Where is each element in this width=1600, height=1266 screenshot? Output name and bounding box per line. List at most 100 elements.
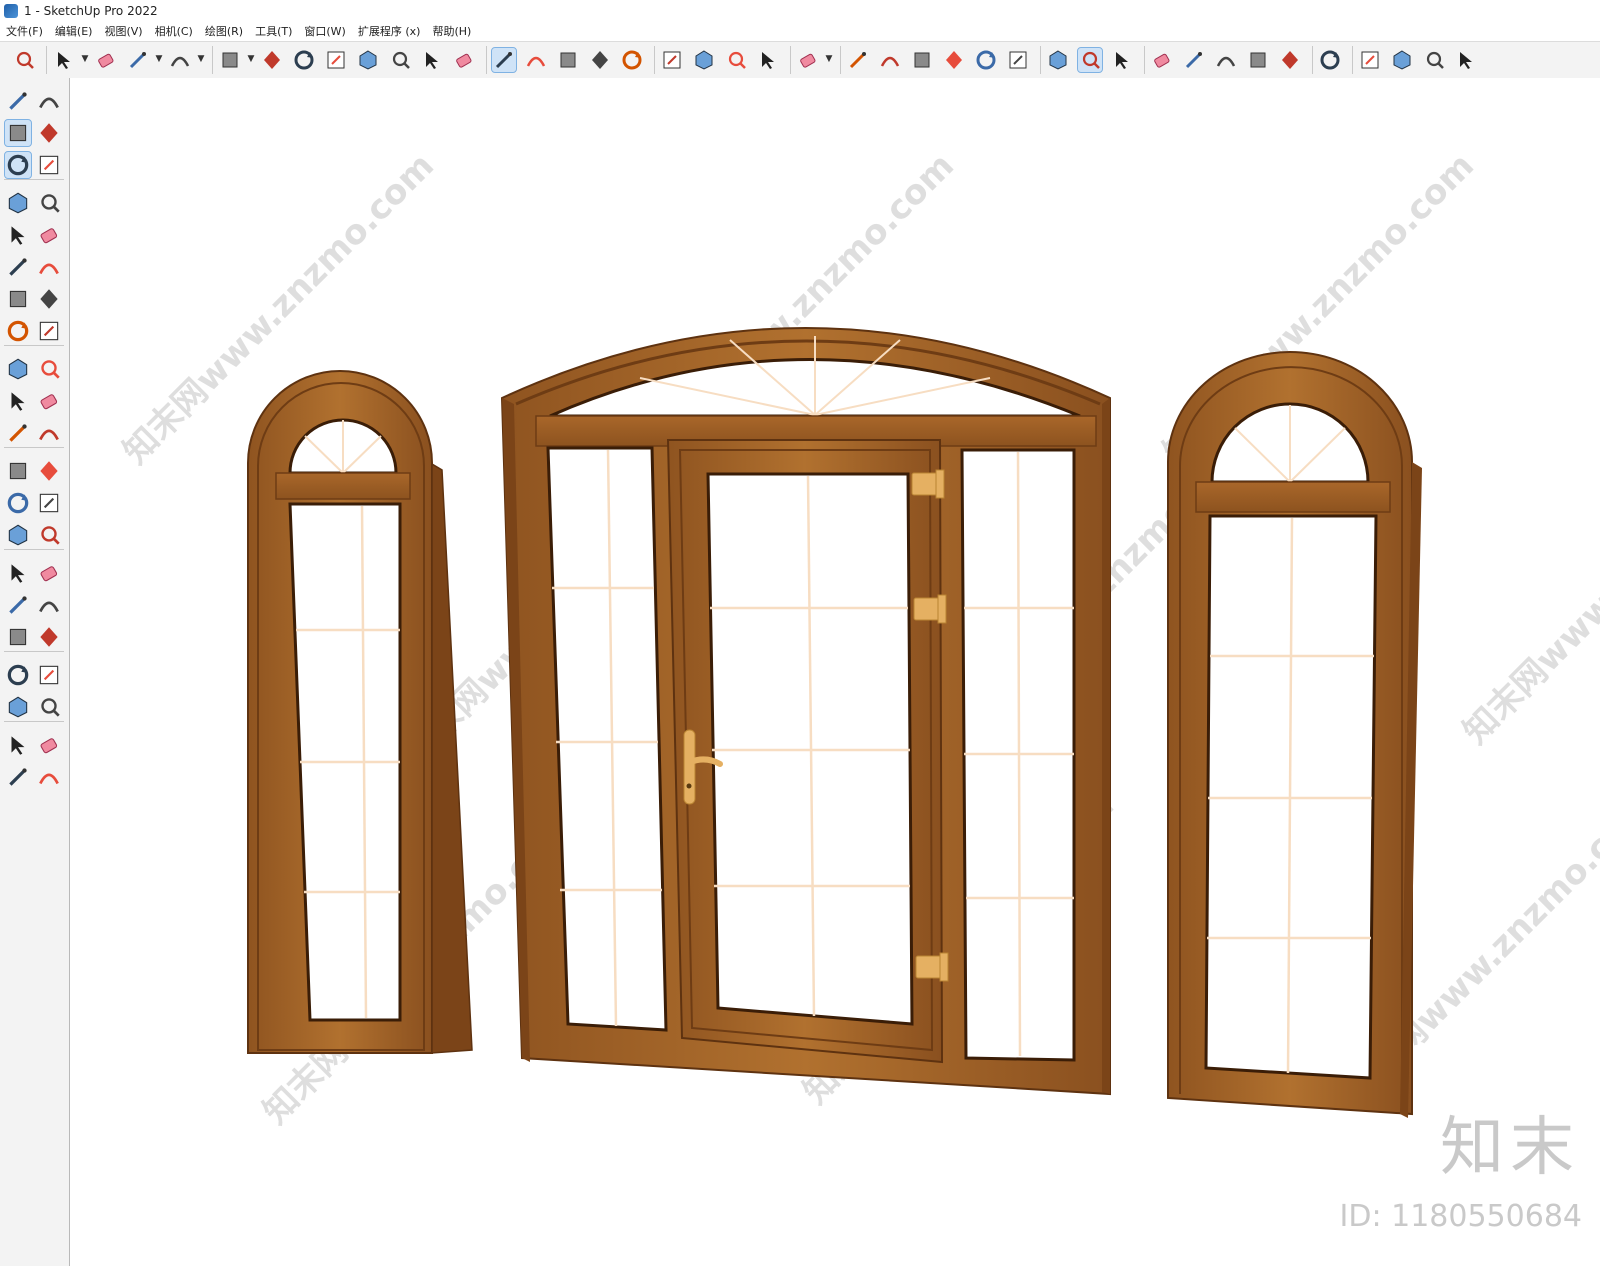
- tape-measure-icon[interactable]: [420, 48, 444, 72]
- account-icon[interactable]: [796, 48, 820, 72]
- menu-edit[interactable]: 编辑(E): [49, 23, 99, 39]
- eraser-icon[interactable]: [94, 48, 118, 72]
- extension-manager-icon[interactable]: [756, 48, 780, 72]
- paint-bucket-icon[interactable]: [491, 47, 517, 73]
- extension-icon[interactable]: [36, 732, 62, 758]
- styles-icon[interactable]: [1214, 48, 1238, 72]
- zoom-icon[interactable]: [5, 592, 31, 618]
- pie-icon[interactable]: [36, 318, 62, 344]
- window-title: 1 - SketchUp Pro 2022: [24, 4, 158, 18]
- push-pull-icon[interactable]: [260, 48, 284, 72]
- zoom-icon[interactable]: [12, 48, 36, 72]
- text-icon[interactable]: [36, 490, 62, 516]
- follow-me-icon[interactable]: [292, 48, 316, 72]
- zoom-window-icon[interactable]: [36, 592, 62, 618]
- layout-icon[interactable]: [724, 48, 748, 72]
- previous-view-icon[interactable]: [36, 624, 62, 650]
- tape-measure-icon[interactable]: [5, 458, 31, 484]
- right-view-icon[interactable]: [942, 48, 966, 72]
- menu-window[interactable]: 窗口(W): [298, 23, 351, 39]
- axes-icon[interactable]: [5, 522, 31, 548]
- circle-icon[interactable]: [5, 254, 31, 280]
- rotated-rectangle-icon[interactable]: [36, 222, 62, 248]
- rectangle-icon[interactable]: [5, 222, 31, 248]
- warehouse-icon[interactable]: [5, 732, 31, 758]
- cloud-upload-icon[interactable]: [1278, 48, 1302, 72]
- eraser-icon[interactable]: [36, 120, 62, 146]
- walk-icon[interactable]: [5, 694, 31, 720]
- menu-file[interactable]: 文件(F): [0, 23, 49, 39]
- front-view-icon[interactable]: [910, 48, 934, 72]
- orbit-icon[interactable]: [524, 48, 548, 72]
- model-viewport[interactable]: 知末网www.znzmo.com 知末网www.znzmo.com 知末网www.z…: [70, 78, 1600, 1266]
- zoom-tool-icon[interactable]: [588, 48, 612, 72]
- chevron-down-icon[interactable]: ▼: [246, 50, 256, 68]
- materials-icon[interactable]: [1246, 48, 1270, 72]
- top-view-icon[interactable]: [878, 48, 902, 72]
- extension-manager-icon[interactable]: [36, 764, 62, 790]
- paint-bucket-icon[interactable]: [4, 119, 32, 147]
- look-around-icon[interactable]: [36, 662, 62, 688]
- left-view-icon[interactable]: [1006, 48, 1030, 72]
- menu-draw[interactable]: 绘图(R): [199, 23, 249, 39]
- menu-camera[interactable]: 相机(C): [149, 23, 199, 39]
- scale-icon[interactable]: [388, 48, 412, 72]
- arc-icon[interactable]: [168, 48, 192, 72]
- polygon-icon[interactable]: [36, 254, 62, 280]
- dimension-icon[interactable]: [36, 458, 62, 484]
- zoom-extents-icon[interactable]: [620, 48, 644, 72]
- chevron-down-icon[interactable]: ▼: [196, 50, 206, 68]
- text-label-icon[interactable]: [452, 48, 476, 72]
- pan-icon[interactable]: [556, 48, 580, 72]
- tag-icon[interactable]: [36, 152, 62, 178]
- section-plane-icon[interactable]: [1046, 48, 1070, 72]
- scale-icon[interactable]: [5, 420, 31, 446]
- orbit-icon[interactable]: [5, 560, 31, 586]
- back-view-icon[interactable]: [974, 48, 998, 72]
- push-pull-icon[interactable]: [36, 356, 62, 382]
- pan-icon[interactable]: [36, 560, 62, 586]
- section-display-icon[interactable]: [1110, 48, 1134, 72]
- extension-warehouse-icon[interactable]: [692, 48, 716, 72]
- position-camera-icon[interactable]: [5, 662, 31, 688]
- section-plane-icon[interactable]: [36, 694, 62, 720]
- pencil-line-icon[interactable]: [126, 48, 150, 72]
- terrain-icon[interactable]: [1182, 48, 1206, 72]
- menu-view[interactable]: 视图(V): [98, 23, 148, 39]
- menu-tools[interactable]: 工具(T): [249, 23, 298, 39]
- rectangle-icon[interactable]: [218, 48, 242, 72]
- two-point-arc-icon[interactable]: [36, 286, 62, 312]
- freehand-icon[interactable]: [36, 190, 62, 216]
- select-icon[interactable]: [52, 48, 76, 72]
- rotate-icon[interactable]: [356, 48, 380, 72]
- components-icon[interactable]: [1358, 48, 1382, 72]
- 3d-text-icon[interactable]: [36, 522, 62, 548]
- pencil-line-icon[interactable]: [5, 190, 31, 216]
- 3d-warehouse-icon[interactable]: [660, 48, 684, 72]
- arc-icon[interactable]: [5, 286, 31, 312]
- add-location-icon[interactable]: [1150, 48, 1174, 72]
- move-icon[interactable]: [324, 48, 348, 72]
- three-point-arc-icon[interactable]: [5, 318, 31, 344]
- cart-icon[interactable]: [1422, 48, 1446, 72]
- layout-icon[interactable]: [5, 764, 31, 790]
- menu-help[interactable]: 帮助(H): [426, 23, 477, 39]
- menu-extensions[interactable]: 扩展程序 (x): [352, 23, 427, 39]
- settings-icon[interactable]: [1318, 48, 1342, 72]
- follow-me-icon[interactable]: [36, 388, 62, 414]
- section-fill-icon[interactable]: [1077, 47, 1103, 73]
- user-icon[interactable]: [1454, 48, 1478, 72]
- iso-view-icon[interactable]: [846, 48, 870, 72]
- zoom-extents-icon[interactable]: [5, 624, 31, 650]
- chevron-down-icon[interactable]: ▼: [154, 50, 164, 68]
- info-icon[interactable]: [1390, 48, 1414, 72]
- chevron-down-icon[interactable]: ▼: [824, 50, 834, 68]
- offset-icon[interactable]: [36, 420, 62, 446]
- rotate-icon[interactable]: [5, 388, 31, 414]
- component-icon[interactable]: [4, 151, 32, 179]
- move-icon[interactable]: [5, 356, 31, 382]
- protractor-icon[interactable]: [5, 490, 31, 516]
- orbit-small-icon[interactable]: [36, 88, 62, 114]
- select-icon[interactable]: [5, 88, 31, 114]
- chevron-down-icon[interactable]: ▼: [80, 50, 90, 68]
